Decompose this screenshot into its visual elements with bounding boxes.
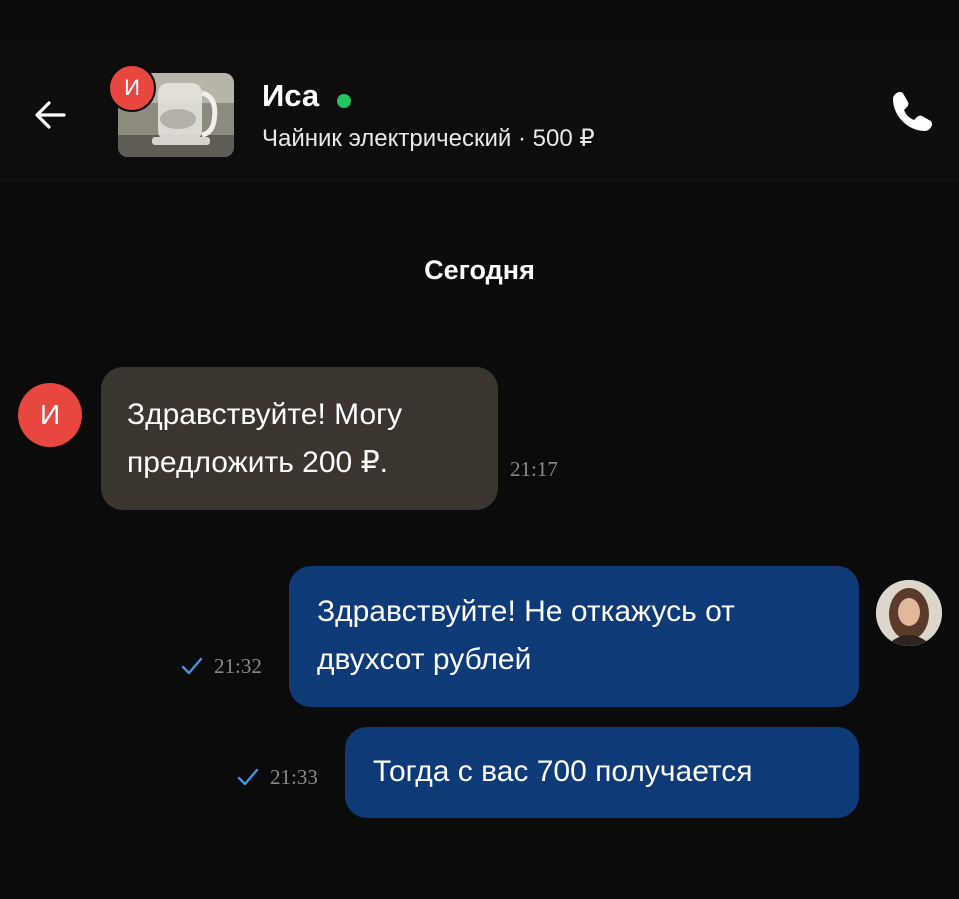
user-photo <box>876 580 942 646</box>
checkmark-icon <box>237 768 259 786</box>
message-text: Здравствуйте! Не откажусь от двухсот руб… <box>317 595 735 676</box>
sender-avatar-letter: И <box>39 399 61 430</box>
my-avatar[interactable] <box>876 580 942 646</box>
message-text: Тогда с вас 700 получается <box>373 755 753 788</box>
message-text: Здравствуйте! Могу предложить 200 ₽. <box>127 398 403 479</box>
online-status-indicator <box>337 94 351 108</box>
sender-avatar[interactable]: И <box>18 383 82 447</box>
checkmark-icon <box>181 657 203 675</box>
message-bubble-outgoing[interactable]: Тогда с вас 700 получается <box>345 727 859 818</box>
message-bubble-incoming[interactable]: Здравствуйте! Могу предложить 200 ₽. <box>101 367 498 510</box>
message-bubble-outgoing[interactable]: Здравствуйте! Не откажусь от двухсот руб… <box>289 566 859 707</box>
date-separator: Сегодня <box>424 255 535 285</box>
contact-avatar-letter: И <box>124 75 140 100</box>
arrow-left-icon <box>35 101 66 129</box>
message-time: 21:33 <box>270 765 318 789</box>
call-button[interactable] <box>880 80 944 144</box>
status-bar <box>0 0 959 12</box>
message-time: 21:17 <box>510 457 558 481</box>
listing-title[interactable]: Чайник электрический · 500 ₽ <box>262 124 595 153</box>
chat-header: И Иса Чайник электрический · 500 ₽ <box>0 40 959 181</box>
phone-icon <box>893 92 932 131</box>
message-time: 21:32 <box>214 654 262 678</box>
back-button[interactable] <box>22 87 78 143</box>
contact-avatar[interactable]: И <box>108 64 156 112</box>
contact-name[interactable]: Иса <box>262 78 319 114</box>
